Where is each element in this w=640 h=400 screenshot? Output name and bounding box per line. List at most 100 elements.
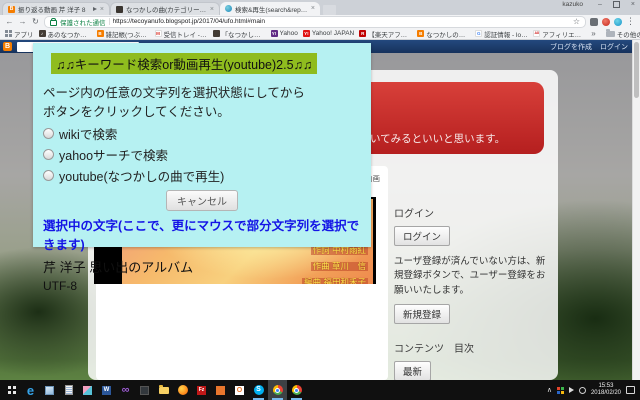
yahoo-japan-favicon: Y! — [303, 30, 310, 37]
maximize-button[interactable] — [613, 1, 620, 8]
blogger-favicon: B — [97, 30, 104, 37]
word-icon[interactable]: W — [97, 380, 116, 400]
favicon: ♪ — [39, 30, 46, 37]
back-button[interactable]: ← — [5, 18, 14, 26]
windows-logo-icon — [8, 386, 16, 394]
navbar-login-link[interactable]: ログイン — [600, 42, 628, 52]
url-text[interactable]: https://tecoyanufo.blogspot.jp/2017/04/u… — [113, 18, 570, 25]
bookmark-item[interactable]: B なつかしの曲ブログク — [417, 29, 470, 39]
minimize-button[interactable]: – — [598, 1, 602, 8]
firefox-icon[interactable] — [173, 380, 192, 400]
action-center-icon[interactable] — [626, 386, 635, 394]
register-button[interactable]: 新規登録 — [394, 304, 450, 324]
notepad-icon[interactable] — [59, 380, 78, 400]
tab-strip: B 振り返る動画 芹 洋子 8 × なつかしの曲(カテゴリーリスト) × 検索&… — [0, 0, 640, 15]
profile-name[interactable]: kazuko — [562, 1, 583, 8]
apps-grid-icon — [5, 30, 12, 37]
windows-taskbar: e W ∞ Fz O S ∧ 15:53 2018/02/20 — [0, 380, 640, 400]
cancel-button[interactable]: キャンセル — [166, 190, 238, 211]
dark-app-icon[interactable] — [135, 380, 154, 400]
3d-builder-icon[interactable] — [40, 380, 59, 400]
audio-speaker-icon — [93, 7, 97, 11]
rakuten-favicon: R — [359, 30, 366, 37]
tab-1[interactable]: B 振り返る動画 芹 洋子 8 × — [2, 2, 110, 15]
bookmark-star-icon[interactable]: ☆ — [573, 18, 580, 26]
tab-close-icon[interactable]: × — [210, 6, 214, 13]
bookmark-a8net[interactable]: A8 アフィリエイトのA8.net — [533, 29, 586, 39]
tray-app-icon[interactable] — [557, 387, 564, 394]
radio-button[interactable] — [43, 170, 54, 181]
security-label[interactable]: 保護された通信 — [60, 17, 106, 27]
site-favicon — [116, 6, 123, 13]
tab-close-icon[interactable]: × — [100, 6, 104, 13]
selected-text[interactable]: 芹 洋子 思い出のアルバム — [43, 257, 361, 276]
extension-icon[interactable] — [590, 18, 598, 26]
register-note: ユーザ登録が済んでいない方は、新規登録ボタンで、ユーザー登録をお願いいたします。 — [394, 255, 546, 298]
chrome-secondary-icon[interactable] — [287, 380, 306, 400]
photos-icon[interactable] — [78, 380, 97, 400]
option-wiki[interactable]: wikiで検索 — [43, 124, 361, 143]
close-button[interactable]: × — [631, 1, 635, 8]
google-favicon: G — [475, 30, 482, 37]
scrollbar-thumb[interactable] — [634, 42, 639, 98]
bookmarks-bar: アプリ ♪ あのなつかしの曲♪♪♪ B 雑記帳(つぶやき)・ジ M 受信トレイ … — [0, 28, 640, 40]
option-youtube[interactable]: youtube(なつかしの曲で再生) — [43, 166, 361, 185]
radio-button[interactable] — [43, 149, 54, 160]
bookmarks-overflow-chevron[interactable]: » — [591, 29, 595, 38]
new-tab-button[interactable] — [323, 5, 336, 15]
orange-app-icon[interactable] — [211, 380, 230, 400]
file-explorer-icon[interactable] — [154, 380, 173, 400]
taskbar-clock[interactable]: 15:53 2018/02/20 — [591, 383, 621, 398]
webpage: B ブログを作成 ログイン いてみるといいと思います。 ▶ ◀ ▶▶ ◀◀ オフ… — [0, 40, 640, 380]
site-favicon — [225, 5, 232, 12]
tab-3-active[interactable]: 検索&再生(search&repl… × — [220, 2, 320, 15]
bookmark-gmail[interactable]: M 受信トレイ - tecoyanu — [155, 29, 208, 39]
latest-button[interactable]: 最新 — [394, 361, 431, 380]
skype-icon[interactable]: S — [249, 380, 268, 400]
infinity-app-icon[interactable]: ∞ — [116, 380, 135, 400]
bookmark-yahoo-japan[interactable]: Y! Yahoo! JAPAN — [303, 30, 354, 37]
page-scrollbar[interactable] — [632, 40, 640, 380]
blogger-logo[interactable]: B — [3, 42, 12, 51]
chrome-menu-icon[interactable]: ⋮ — [626, 17, 635, 26]
bookmark-item[interactable]: 「なつかしの曲ブログ)」 — [213, 29, 266, 39]
volume-icon[interactable] — [569, 387, 574, 393]
clock-date: 2018/02/20 — [591, 390, 621, 398]
bookmark-localhost[interactable]: G 認証情報 - localhost — [475, 29, 528, 39]
tray-status-icon[interactable] — [579, 387, 586, 394]
outlook-icon[interactable]: O — [230, 380, 249, 400]
start-button[interactable] — [2, 380, 21, 400]
radio-button[interactable] — [43, 128, 54, 139]
bookmark-rakuten[interactable]: R 【楽天アフィリエイト】- — [359, 29, 412, 39]
other-bookmarks[interactable]: その他のブックマーク — [606, 29, 640, 39]
secure-lock-icon[interactable] — [50, 20, 57, 26]
system-tray: ∧ 15:53 2018/02/20 — [547, 383, 638, 398]
tab-2[interactable]: なつかしの曲(カテゴリーリスト) × — [110, 2, 220, 15]
folder-icon — [606, 31, 615, 37]
forward-button[interactable]: → — [18, 18, 27, 26]
favicon — [213, 30, 220, 37]
sidebar: ログイン ログイン ユーザ登録が済んでいない方は、新規登録ボタンで、ユーザー登録… — [394, 205, 546, 380]
bookmark-yahoo[interactable]: Y! Yahoo — [271, 30, 298, 37]
window-caption: kazuko – × — [562, 1, 635, 8]
edge-icon[interactable]: e — [21, 380, 40, 400]
extension-icon[interactable] — [602, 18, 610, 26]
popup-instruction-line2: ボタンをクリックしてください。 — [43, 103, 361, 122]
refresh-button[interactable]: ↻ — [31, 18, 40, 26]
bookmark-item[interactable]: B 雑記帳(つぶやき)・ジ — [97, 29, 150, 39]
extension-icon[interactable] — [614, 18, 622, 26]
popup-instruction-line1: ページ内の任意の文字列を選択状態にしてから — [43, 84, 361, 103]
bookmark-item[interactable]: ♪ あのなつかしの曲♪♪♪ — [39, 29, 92, 39]
login-heading: ログイン — [394, 205, 546, 220]
tab-close-icon[interactable]: × — [311, 5, 315, 12]
yahoo-favicon: Y! — [271, 30, 278, 37]
tab-title: 検索&再生(search&repl… — [235, 4, 308, 14]
create-blog-link[interactable]: ブログを作成 — [550, 42, 592, 52]
option-yahoo-search[interactable]: yahooサーチで検索 — [43, 145, 361, 164]
chrome-icon[interactable] — [268, 380, 287, 400]
login-button[interactable]: ログイン — [394, 226, 450, 246]
bookmark-apps[interactable]: アプリ — [5, 29, 34, 39]
filezilla-icon[interactable]: Fz — [192, 380, 211, 400]
address-bar[interactable]: 保護された通信 https://tecoyanufo.blogspot.jp/2… — [44, 16, 586, 28]
tray-expand-chevron[interactable]: ∧ — [547, 387, 552, 394]
